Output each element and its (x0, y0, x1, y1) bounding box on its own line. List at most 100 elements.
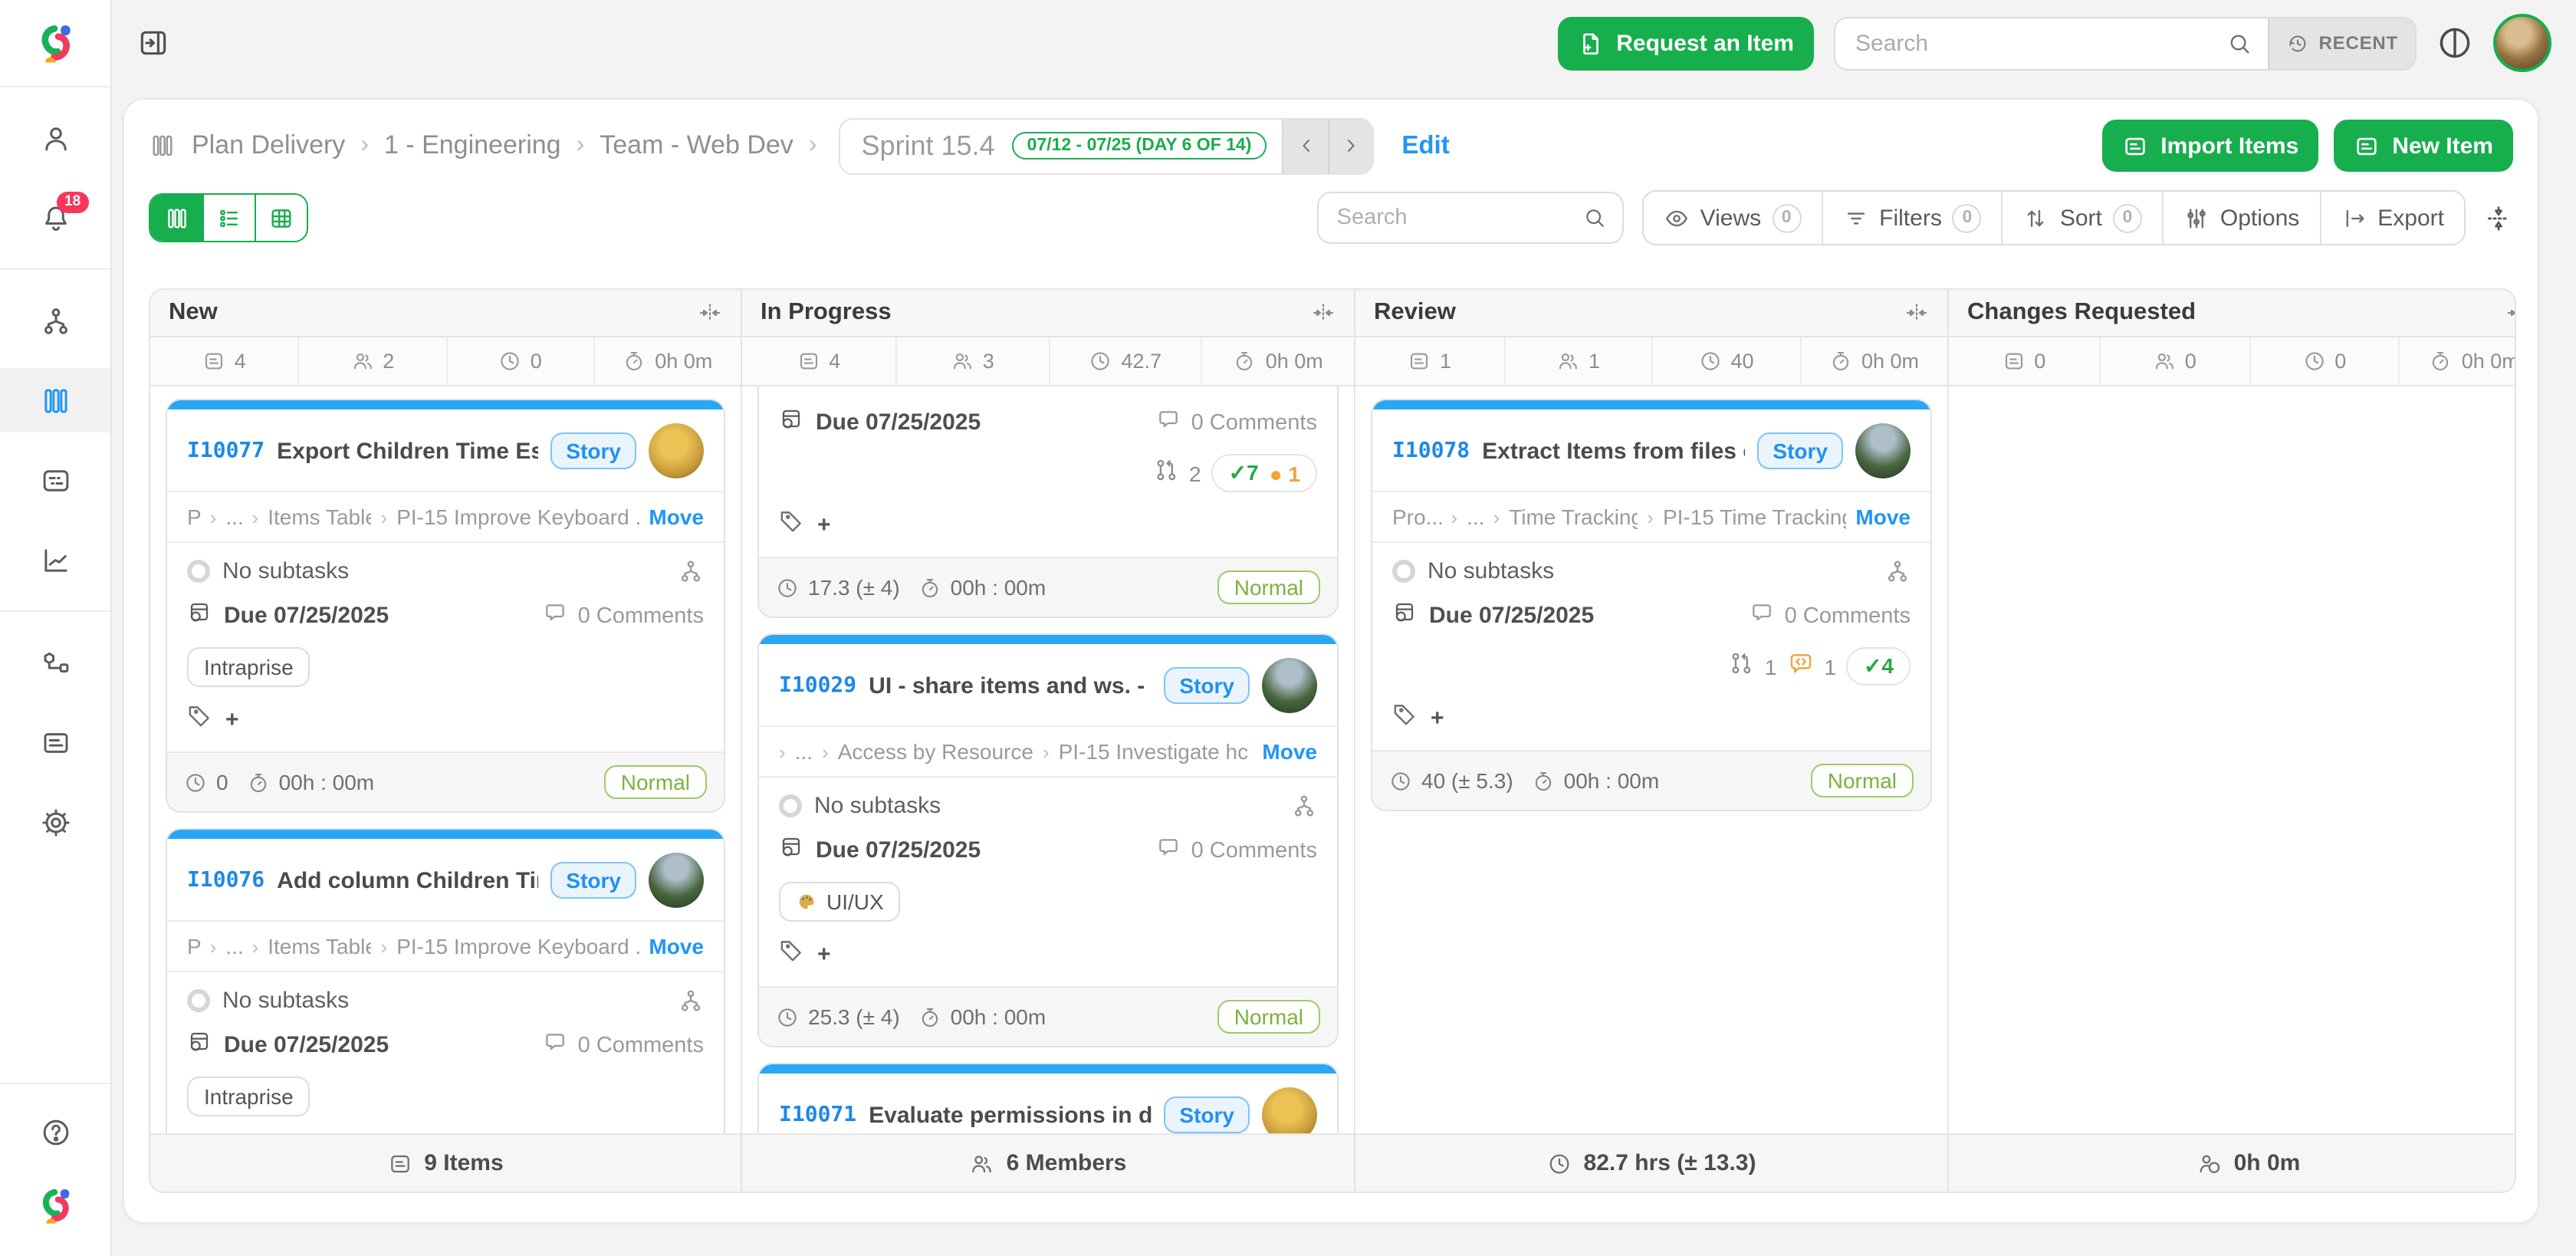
priority-badge[interactable]: Normal (604, 765, 707, 799)
card-title[interactable]: Add column Children Time Es... (277, 867, 538, 893)
breadcrumb-section[interactable]: Plan Delivery (192, 130, 345, 161)
sidebar-item-profile[interactable] (0, 106, 110, 170)
type-badge[interactable]: Story (1164, 667, 1250, 704)
add-tag-button[interactable]: + (817, 941, 831, 967)
sidebar-item-sprints[interactable] (0, 448, 110, 512)
path-segment[interactable]: Access by Resource (838, 739, 1033, 764)
import-items-button[interactable]: Import Items (2102, 120, 2318, 172)
tag-pill[interactable]: Intraprise (187, 647, 310, 687)
card-id[interactable]: I10077 (187, 439, 264, 463)
comments-count[interactable]: 0 Comments (1191, 410, 1317, 435)
view-toggle-list[interactable] (202, 195, 255, 241)
sidebar-item-reports[interactable] (0, 528, 110, 592)
tag-pill[interactable]: UI/UX (779, 882, 901, 922)
type-badge[interactable]: Story (550, 432, 636, 469)
path-segment[interactable]: ... (795, 739, 813, 764)
sidebar-brand-logo[interactable] (0, 1173, 110, 1238)
priority-badge[interactable]: Normal (1811, 764, 1914, 797)
comments-count[interactable]: 0 Comments (578, 1033, 704, 1057)
sidebar-item-hierarchy[interactable] (0, 288, 110, 353)
path-segment[interactable]: ... (1467, 505, 1484, 529)
next-sprint-button[interactable] (1328, 119, 1372, 173)
due-date[interactable]: Due 07/25/2025 (816, 409, 981, 436)
card-id[interactable]: I10076 (187, 868, 264, 893)
card-title[interactable]: Extract Items from files or pl... (1482, 438, 1745, 464)
sidebar-item-workflows[interactable] (0, 630, 110, 695)
assignee-avatar[interactable] (649, 423, 704, 478)
collapse-column-icon[interactable] (698, 301, 722, 325)
card-i10029[interactable]: I10029 UI - share items and ws. - sta...… (757, 633, 1339, 1047)
path-segment[interactable]: PI-15 Time Tracking (1663, 505, 1846, 529)
new-item-button[interactable]: New Item (2334, 120, 2513, 172)
assignee-avatar[interactable] (1262, 658, 1317, 713)
breadcrumb-team[interactable]: Team - Web Dev (600, 130, 794, 161)
card-id[interactable]: I10078 (1392, 439, 1470, 463)
breadcrumb-org[interactable]: 1 - Engineering (384, 130, 561, 161)
type-badge[interactable]: Story (1164, 1097, 1250, 1133)
assignee-avatar[interactable] (1855, 423, 1911, 478)
subtasks-tree-button[interactable] (678, 988, 704, 1014)
column-header-in-progress[interactable]: In Progress (741, 290, 1354, 337)
global-search-input[interactable] (1835, 18, 2227, 68)
card-id[interactable]: I10029 (779, 673, 856, 698)
view-toggle-kanban[interactable] (150, 195, 202, 241)
sort-button[interactable]: Sort 0 (2002, 192, 2162, 244)
assignee-avatar[interactable] (1262, 1087, 1317, 1133)
path-segment[interactable]: PI-15 Improve Keyboard ... (396, 934, 639, 958)
comments-count[interactable]: 0 Comments (578, 603, 704, 628)
card-title[interactable]: Export Children Time Estimat... (277, 438, 538, 464)
collapse-rows-button[interactable] (2484, 203, 2513, 232)
path-segment[interactable]: Time Tracking (1509, 505, 1638, 529)
assignee-avatar[interactable] (649, 853, 704, 908)
move-link[interactable]: Move (1262, 739, 1317, 764)
code-comment-count[interactable]: 1 (1824, 654, 1836, 679)
views-button[interactable]: Views 0 (1644, 192, 1822, 244)
card-i10076[interactable]: I10076 Add column Children Time Es... St… (166, 828, 725, 1133)
column-header-changes-requested[interactable]: Changes Requested (1947, 290, 2516, 337)
column-header-new[interactable]: New (150, 290, 741, 337)
recent-button[interactable]: RECENT (2269, 18, 2416, 68)
card-title[interactable]: Evaluate permissions in devs... (869, 1102, 1152, 1128)
edit-sprint-link[interactable]: Edit (1401, 131, 1449, 160)
board-search-input[interactable] (1337, 205, 1582, 230)
path-segment[interactable]: Pro... (1392, 505, 1441, 529)
checks-badge[interactable]: ✓7 ● 1 (1212, 454, 1317, 492)
sidebar-item-help[interactable] (0, 1100, 110, 1164)
column-header-review[interactable]: Review (1354, 290, 1947, 337)
user-avatar[interactable] (2493, 14, 2551, 72)
tag-pill[interactable]: Intraprise (187, 1077, 310, 1116)
options-button[interactable]: Options (2162, 192, 2319, 244)
sidebar-item-board[interactable] (0, 368, 110, 432)
collapse-column-icon[interactable] (2505, 301, 2516, 325)
expand-sidebar-button[interactable] (136, 26, 170, 60)
view-toggle-table[interactable] (255, 195, 307, 241)
sprint-name[interactable]: Sprint 15.4 (840, 119, 1011, 173)
card-i10078[interactable]: I10078 Extract Items from files or pl...… (1371, 399, 1932, 811)
card-i10077[interactable]: I10077 Export Children Time Estimat... S… (166, 399, 725, 813)
type-badge[interactable]: Story (1757, 432, 1843, 469)
collapse-column-icon[interactable] (1311, 301, 1336, 325)
subtasks-tree-button[interactable] (678, 558, 704, 584)
subtasks-tree-button[interactable] (1884, 558, 1911, 584)
due-date[interactable]: Due 07/25/2025 (816, 837, 981, 863)
request-item-button[interactable]: Request an Item (1558, 16, 1814, 70)
due-date[interactable]: Due 07/25/2025 (1429, 603, 1594, 629)
move-link[interactable]: Move (1855, 505, 1911, 529)
path-segment[interactable]: Items Table (268, 934, 371, 958)
path-segment[interactable]: Items Table (268, 505, 371, 529)
checks-badge[interactable]: ✓4 (1847, 647, 1911, 686)
due-date[interactable]: Due 07/25/2025 (224, 1032, 389, 1058)
path-segment[interactable]: PI-15 Improve Keyboard ... (396, 505, 639, 529)
card-partial-top[interactable]: Due 07/25/2025 0 Comments 2 (757, 386, 1339, 618)
add-tag-button[interactable]: + (225, 706, 239, 732)
due-date[interactable]: Due 07/25/2025 (224, 603, 389, 629)
filters-button[interactable]: Filters 0 (1821, 192, 2002, 244)
collapse-column-icon[interactable] (1904, 301, 1929, 325)
path-segment[interactable]: PI-15 Investigate hc (1059, 739, 1249, 764)
add-tag-button[interactable]: + (1431, 705, 1444, 731)
sidebar-item-forms[interactable] (0, 710, 110, 774)
move-link[interactable]: Move (649, 505, 704, 529)
sidebar-item-settings[interactable] (0, 790, 110, 854)
comments-count[interactable]: 0 Comments (1785, 603, 1911, 628)
comments-count[interactable]: 0 Comments (1191, 838, 1317, 863)
